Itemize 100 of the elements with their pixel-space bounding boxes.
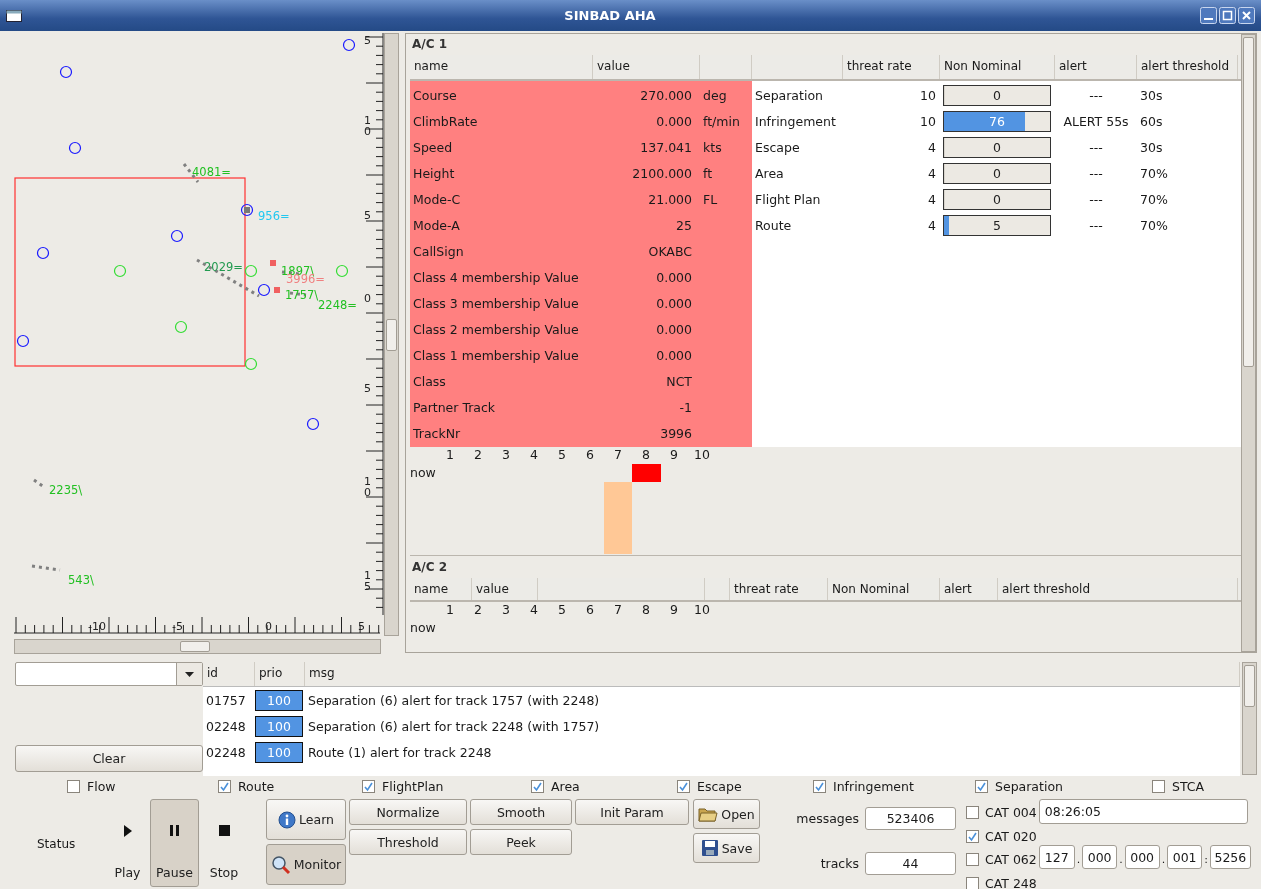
column-header[interactable]: prio <box>255 662 305 686</box>
counter-label: tracks <box>819 856 859 871</box>
table-cell-text: Route (1) alert for track 2248 <box>307 744 493 760</box>
table-cell-text: 4 <box>927 190 937 209</box>
address-field[interactable]: 001 <box>1167 845 1203 869</box>
vertical-scrollbar[interactable] <box>1241 34 1256 652</box>
table-cell-text: Route <box>754 216 793 235</box>
vertical-scrollbar[interactable] <box>1242 662 1257 775</box>
toolbar-button[interactable]: Pause <box>150 799 199 887</box>
column-header[interactable]: alert threshold <box>998 578 1238 600</box>
priority-value: 100 <box>255 689 303 711</box>
checkbox[interactable] <box>362 780 375 793</box>
column-header[interactable]: name <box>410 578 472 600</box>
waypoint-icon <box>68 141 82 155</box>
table-cell-text: 4 <box>927 164 937 183</box>
checkbox[interactable] <box>531 780 544 793</box>
column-header[interactable]: id <box>203 662 255 686</box>
column-header[interactable]: alert threshold <box>1137 55 1238 79</box>
checkbox-label: CAT 004 <box>985 805 1037 821</box>
checkbox[interactable] <box>67 780 80 793</box>
table-cell-text: 02248 <box>205 744 247 760</box>
maximize-icon[interactable] <box>1219 7 1236 24</box>
mode-button[interactable]: Monitor <box>266 844 346 885</box>
slot-number: 9 <box>669 447 679 464</box>
slot-number: 7 <box>613 447 623 464</box>
file-button[interactable]: Open <box>693 799 760 829</box>
column-header[interactable]: alert <box>1055 55 1137 79</box>
table-cell-text: 02248 <box>205 718 247 734</box>
ruler-label: 10 <box>364 475 371 499</box>
checkbox[interactable] <box>966 876 979 889</box>
action-button[interactable]: Normalize <box>349 799 467 825</box>
table-cell-text: --- <box>1088 164 1104 183</box>
pause-icon <box>170 825 179 836</box>
filter-dropdown[interactable] <box>15 662 203 686</box>
time-field[interactable]: 08:26:05 <box>1038 799 1248 824</box>
track-trail <box>33 478 45 489</box>
column-header[interactable]: threat rate <box>730 578 828 600</box>
address-field[interactable]: 000 <box>1124 845 1160 869</box>
checkbox[interactable] <box>966 853 979 867</box>
action-button[interactable]: Peek <box>470 829 572 855</box>
counter-field[interactable]: 44 <box>865 852 956 875</box>
checkbox[interactable] <box>813 780 826 793</box>
section-title: A/C 1 <box>411 36 448 53</box>
checkbox[interactable] <box>975 780 988 793</box>
checkbox-label: Area <box>551 779 580 794</box>
column-header[interactable]: msg <box>305 662 1240 686</box>
minimize-icon[interactable] <box>1200 7 1217 24</box>
toolbar-button[interactable]: Stop <box>199 799 249 887</box>
close-icon[interactable] <box>1238 7 1255 24</box>
slot-number: 4 <box>529 447 539 464</box>
slot-number: 3 <box>501 602 511 619</box>
window-title: SINBAD AHA <box>563 8 657 23</box>
port-field[interactable]: 5256 <box>1209 845 1251 869</box>
slot-number: 7 <box>613 602 623 619</box>
column-header[interactable]: value <box>593 55 700 79</box>
address-field[interactable]: 000 <box>1082 845 1118 869</box>
file-button[interactable]: Save <box>693 833 760 863</box>
counter-field[interactable]: 523406 <box>865 807 956 830</box>
slot-number: 6 <box>585 447 595 464</box>
table-cell-text: --- <box>1088 190 1104 209</box>
horizontal-scrollbar[interactable] <box>14 639 381 654</box>
waypoint-icon <box>342 38 356 52</box>
action-button[interactable]: Threshold <box>349 829 467 855</box>
table-cell-text: Escape <box>754 138 801 157</box>
waypoint-icon <box>240 203 254 217</box>
slot-number: 6 <box>585 602 595 619</box>
column-header[interactable]: Non Nominal <box>828 578 940 600</box>
table-cell-text: Infringement <box>754 112 837 131</box>
checkbox[interactable] <box>1152 780 1165 793</box>
action-button[interactable]: Init Param <box>575 799 689 825</box>
waypoint-icon <box>16 334 30 348</box>
table-cell-text: 70% <box>1139 190 1169 209</box>
column-header[interactable]: name <box>410 55 593 79</box>
checkbox[interactable] <box>218 780 231 793</box>
checkbox[interactable] <box>677 780 690 793</box>
checkbox[interactable] <box>966 806 979 820</box>
column-header[interactable]: alert <box>940 578 998 600</box>
address-field[interactable]: 127 <box>1038 845 1075 869</box>
slot-number: 10 <box>693 447 711 464</box>
waypoint-icon <box>335 264 349 278</box>
table-cell-text: Separation (6) alert for track 1757 (with 2248) <box>307 692 601 708</box>
checkbox-label: Flow <box>87 779 116 794</box>
vertical-scrollbar[interactable] <box>384 33 399 636</box>
table-cell-text: 30s <box>1139 86 1164 105</box>
ruler-label: 5 <box>364 34 371 47</box>
checkbox[interactable] <box>966 829 979 843</box>
mode-button[interactable]: Learn <box>266 799 346 840</box>
table-cell-text: 70% <box>1139 164 1169 183</box>
checkbox-label: Route <box>238 779 275 794</box>
toolbar-button[interactable]: Play <box>105 799 150 887</box>
column-header[interactable]: threat rate <box>843 55 940 79</box>
checkbox-label: STCA <box>1172 779 1205 794</box>
table-cell-text: --- <box>1088 216 1104 235</box>
track-trail <box>281 270 301 276</box>
column-header[interactable]: value <box>472 578 538 600</box>
column-header[interactable]: Non Nominal <box>940 55 1055 79</box>
action-button[interactable]: Smooth <box>470 799 572 825</box>
slot-number: 1 <box>445 602 455 619</box>
track-trail <box>196 258 260 298</box>
clear-button[interactable]: Clear <box>15 745 203 772</box>
